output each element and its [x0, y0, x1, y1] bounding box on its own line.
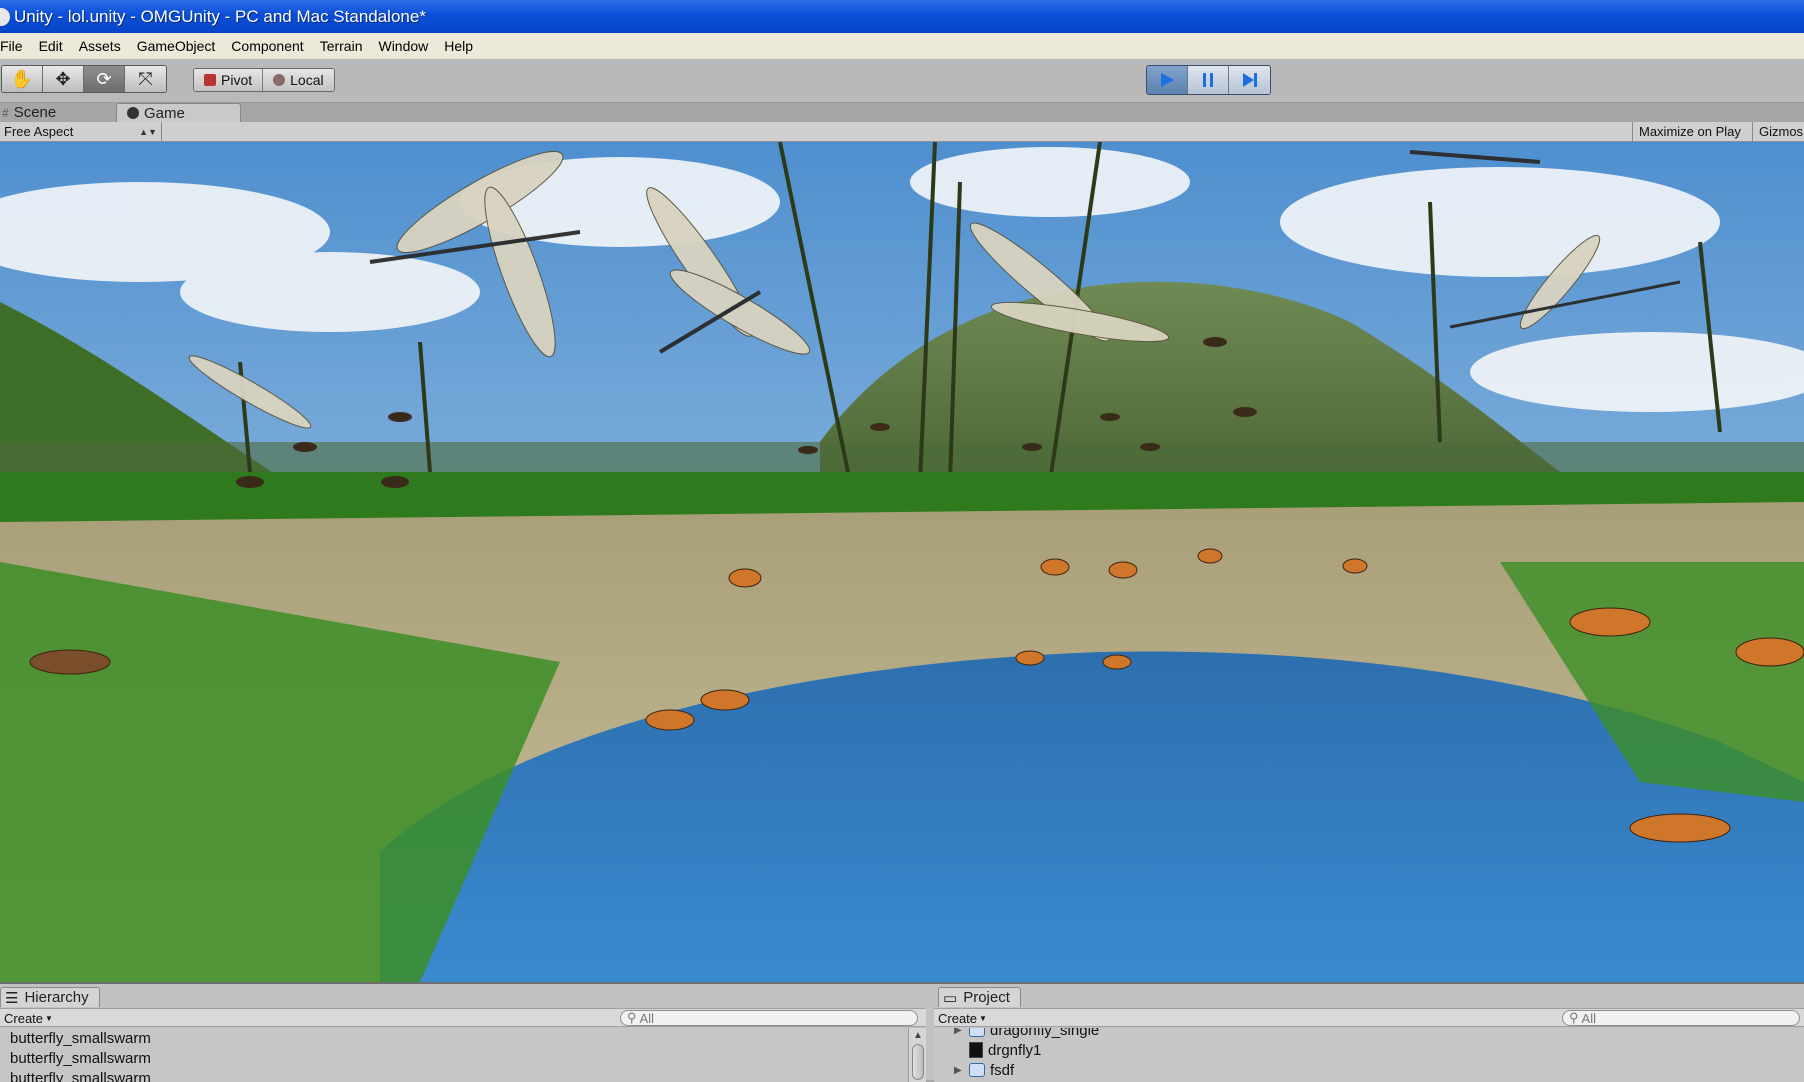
material-icon	[969, 1042, 983, 1058]
menu-edit[interactable]: Edit	[31, 38, 71, 54]
play-button[interactable]	[1147, 66, 1188, 94]
pause-icon	[1199, 71, 1217, 89]
local-icon	[273, 74, 285, 86]
tab-hierarchy[interactable]: ☰ Hierarchy	[0, 987, 100, 1007]
hierarchy-label: Hierarchy	[24, 989, 88, 1006]
scale-tool-button[interactable]: ⤧	[125, 66, 166, 92]
project-label: Project	[963, 989, 1010, 1006]
folder-icon: ▭	[943, 989, 957, 1007]
game-scene-render	[0, 142, 1804, 982]
hierarchy-list: butterfly_smallswarm butterfly_smallswar…	[0, 1028, 908, 1082]
grid-icon: #	[2, 106, 9, 120]
prefab-icon	[969, 1028, 985, 1037]
hierarchy-scrollbar[interactable]: ▲	[908, 1028, 926, 1082]
search-icon: ⚲	[627, 1010, 637, 1026]
project-toolbar: Create ▼ ⚲ All	[934, 1008, 1804, 1027]
unity-logo-icon	[0, 8, 10, 26]
main-toolbar: ✋ ✥ ⟳ ⤧ Pivot Local	[0, 59, 1804, 103]
aspect-dropdown[interactable]: Free Aspect ▲▼	[0, 122, 162, 141]
menu-component[interactable]: Component	[223, 38, 311, 54]
window-title: Unity - lol.unity - OMGUnity - PC and Ma…	[14, 7, 426, 27]
transform-tools: ✋ ✥ ⟳ ⤧	[1, 65, 167, 93]
play-icon	[1158, 71, 1176, 89]
rotate-icon: ⟳	[96, 69, 111, 90]
project-search-placeholder: All	[1582, 1011, 1596, 1026]
hierarchy-icon: ☰	[5, 989, 18, 1007]
tab-scene-label: Scene	[14, 104, 57, 121]
project-list: ▶ dragonfly_single drgnfly1 ▶ fsdf	[934, 1028, 1804, 1082]
window-titlebar: Unity - lol.unity - OMGUnity - PC and Ma…	[0, 0, 1804, 33]
menu-bar: File Edit Assets GameObject Component Te…	[0, 33, 1804, 59]
list-item[interactable]: butterfly_smallswarm	[0, 1028, 908, 1048]
tab-game[interactable]: Game	[116, 103, 241, 122]
tab-scene[interactable]: # Scene	[0, 103, 115, 122]
menu-assets[interactable]: Assets	[71, 38, 129, 54]
search-icon: ⚲	[1569, 1010, 1579, 1026]
pivot-icon	[204, 74, 216, 86]
pivot-button[interactable]: Pivot	[194, 69, 263, 91]
scroll-up-icon[interactable]: ▲	[913, 1030, 923, 1041]
project-create-label: Create	[938, 1011, 977, 1026]
step-button[interactable]	[1229, 66, 1270, 94]
expand-arrow-icon[interactable]: ▶	[954, 1065, 964, 1076]
list-item-label: fsdf	[990, 1062, 1014, 1079]
menu-file[interactable]: File	[0, 38, 31, 54]
play-controls	[1146, 65, 1271, 95]
tab-project[interactable]: ▭ Project	[938, 987, 1021, 1007]
maximize-on-play-toggle[interactable]: Maximize on Play	[1632, 122, 1747, 141]
hierarchy-create-button[interactable]: Create ▼	[4, 1009, 53, 1027]
move-tool-button[interactable]: ✥	[43, 66, 84, 92]
list-item-label: butterfly_smallswarm	[10, 1030, 151, 1047]
list-item-label: drgnfly1	[988, 1042, 1041, 1059]
list-item-label: butterfly_smallswarm	[10, 1070, 151, 1082]
game-icon	[127, 107, 139, 119]
step-icon	[1241, 71, 1259, 89]
dropdown-arrows-icon: ▲▼	[139, 127, 157, 137]
game-viewport[interactable]	[0, 142, 1804, 982]
move-icon: ✥	[55, 69, 70, 90]
list-item[interactable]: butterfly_smallswarm	[0, 1048, 908, 1068]
chevron-down-icon: ▼	[45, 1014, 53, 1023]
gizmos-toggle[interactable]: Gizmos	[1752, 122, 1804, 141]
aspect-label: Free Aspect	[4, 124, 73, 139]
hierarchy-search-placeholder: All	[640, 1011, 654, 1026]
list-item-label: dragonfly_single	[990, 1028, 1099, 1039]
list-item[interactable]: drgnfly1	[934, 1040, 1804, 1060]
expand-arrow-icon[interactable]: ▶	[954, 1028, 964, 1036]
list-item-label: butterfly_smallswarm	[10, 1050, 151, 1067]
hand-icon: ✋	[11, 69, 33, 90]
bottom-panels: ☰ Hierarchy Create ▼ ⚲ All butterfly_sma…	[0, 982, 1804, 1080]
hand-tool-button[interactable]: ✋	[2, 66, 43, 92]
pause-button[interactable]	[1188, 66, 1229, 94]
project-search-input[interactable]: ⚲ All	[1562, 1010, 1800, 1026]
pivot-local-group: Pivot Local	[193, 68, 335, 92]
project-create-button[interactable]: Create ▼	[938, 1009, 987, 1027]
rotate-tool-button[interactable]: ⟳	[84, 66, 125, 92]
scrollbar-thumb[interactable]	[912, 1044, 924, 1080]
menu-help[interactable]: Help	[436, 38, 481, 54]
game-view-toolbar: Free Aspect ▲▼ Maximize on Play Gizmos	[0, 122, 1804, 142]
gizmos-label: Gizmos	[1759, 124, 1803, 139]
maximize-on-play-label: Maximize on Play	[1639, 124, 1741, 139]
menu-window[interactable]: Window	[370, 38, 436, 54]
prefab-icon	[969, 1063, 985, 1077]
view-tabs: # Scene Game	[0, 103, 1804, 122]
pivot-label: Pivot	[221, 72, 252, 88]
local-label: Local	[290, 72, 323, 88]
scale-icon: ⤧	[138, 69, 152, 90]
menu-gameobject[interactable]: GameObject	[129, 38, 224, 54]
hierarchy-toolbar: Create ▼ ⚲ All	[0, 1008, 926, 1027]
list-item[interactable]: ▶ dragonfly_single	[934, 1028, 1804, 1040]
local-button[interactable]: Local	[263, 69, 333, 91]
list-item[interactable]: ▶ fsdf	[934, 1060, 1804, 1080]
hierarchy-search-input[interactable]: ⚲ All	[620, 1010, 918, 1026]
menu-terrain[interactable]: Terrain	[312, 38, 371, 54]
hierarchy-create-label: Create	[4, 1011, 43, 1026]
tab-game-label: Game	[144, 105, 185, 122]
chevron-down-icon: ▼	[979, 1014, 987, 1023]
